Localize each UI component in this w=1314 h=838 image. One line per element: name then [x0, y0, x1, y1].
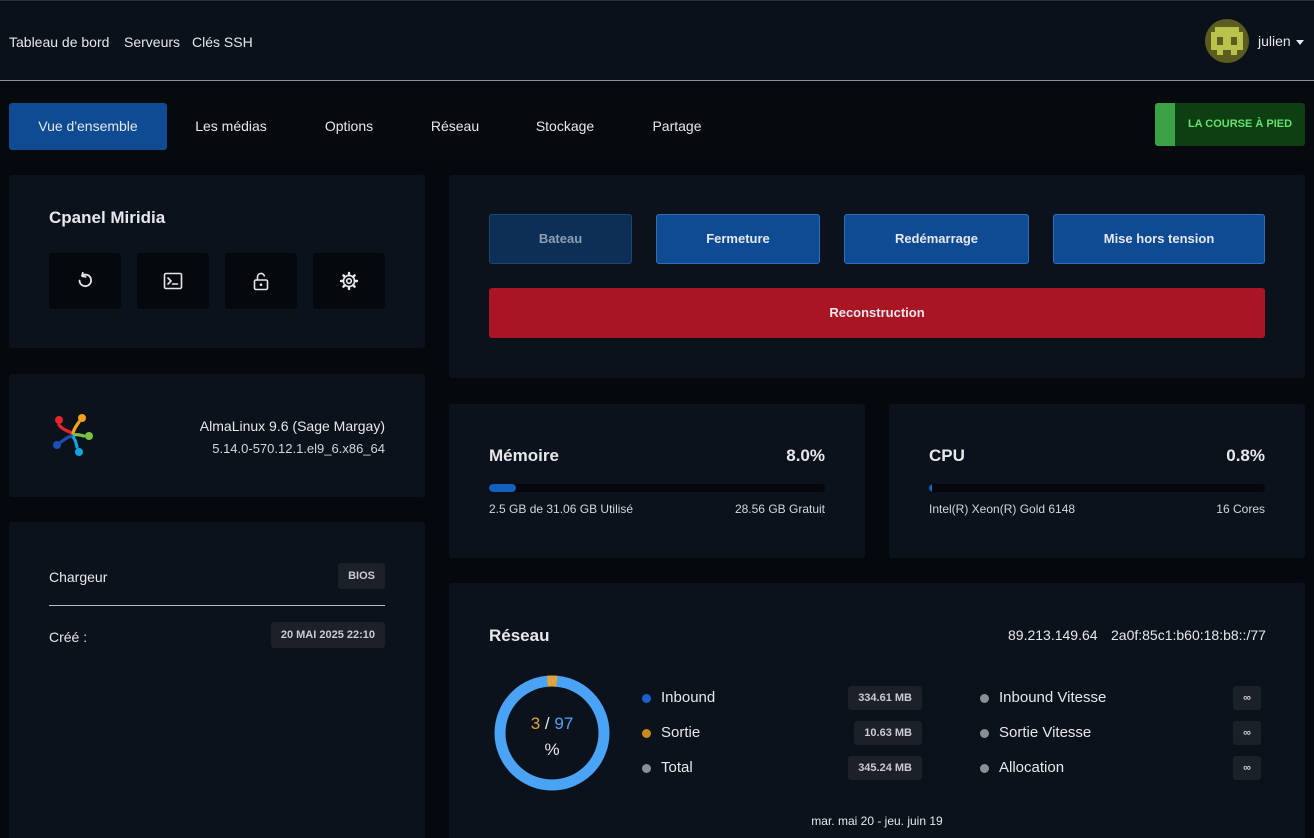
tab-overview[interactable]: Vue d'ensemble [9, 103, 167, 150]
tab-network[interactable]: Réseau [420, 103, 490, 150]
status-text: LA COURSE À PIED [1187, 118, 1293, 130]
console-button[interactable] [137, 253, 209, 309]
donut-separator: / [544, 714, 550, 733]
server-tabs: Vue d'ensemble Les médias Options Réseau… [0, 87, 1314, 165]
outbound-speed-dot [980, 729, 989, 738]
status-badge: LA COURSE À PIED [1155, 103, 1305, 146]
nav-ssh-keys-link[interactable]: Clés SSH [192, 34, 253, 50]
loader-badge: BIOS [338, 563, 385, 589]
nav-servers-link[interactable]: Serveurs [124, 34, 180, 50]
memory-progress-fill [489, 484, 516, 492]
memory-used: 2.5 GB de 31.06 GB Utilisé [489, 502, 634, 516]
lock-button[interactable] [225, 253, 297, 309]
network-card: Réseau 89.213.149.64 2a0f:85c1:b60:18:b8… [449, 583, 1305, 838]
boot-button[interactable]: Bateau [489, 214, 632, 264]
donut-unit: % [544, 740, 560, 759]
memory-percent: 8.0% [786, 446, 825, 465]
tab-sharing[interactable]: Partage [640, 103, 714, 150]
total-label: Total [661, 759, 693, 776]
outbound-speed-value: ∞ [1233, 721, 1261, 745]
inbound-speed-dot [980, 694, 989, 703]
inbound-value: 334.61 MB [848, 686, 922, 710]
terminal-icon [163, 272, 183, 290]
ipv4-address: 89.213.149.64 [1008, 627, 1098, 643]
memory-progress-bar [489, 484, 825, 492]
nav-dashboard-link[interactable]: Tableau de bord [9, 34, 109, 50]
date-range: mar. mai 20 - jeu. juin 19 [811, 814, 943, 828]
almalinux-logo-icon [53, 414, 93, 456]
cpu-title: CPU [929, 446, 965, 465]
user-menu-toggle[interactable]: julien [1258, 33, 1291, 49]
inbound-dot [642, 694, 651, 703]
chevron-down-icon[interactable] [1296, 40, 1304, 45]
server-name: Cpanel Miridia [49, 208, 166, 227]
status-indicator [1155, 103, 1175, 146]
tab-options[interactable]: Options [309, 103, 389, 150]
cpu-progress-fill [929, 484, 932, 492]
os-name: AlmaLinux 9.6 (Sage Margay) [199, 418, 385, 434]
outbound-dot [642, 729, 651, 738]
power-card: Bateau Fermeture Redémarrage Mise hors t… [449, 175, 1305, 378]
created-label: Créé : [49, 629, 88, 645]
power-off-button[interactable]: Mise hors tension [1053, 214, 1265, 264]
server-card: Cpanel Miridia [9, 175, 425, 348]
outbound-speed-label: Sortie Vitesse [999, 724, 1092, 741]
divider [49, 605, 385, 606]
memory-free: 28.56 GB Gratuit [734, 502, 825, 516]
rebuild-button[interactable]: Reconstruction [489, 288, 1265, 338]
donut-label: 3 / 97 % [489, 670, 615, 796]
restart-button[interactable] [49, 253, 121, 309]
inbound-label: Inbound [661, 689, 716, 706]
gear-icon [339, 271, 359, 291]
memory-title: Mémoire [489, 446, 559, 465]
inbound-speed-value: ∞ [1233, 686, 1261, 710]
allocation-dot [980, 764, 989, 773]
total-value: 345.24 MB [848, 756, 922, 780]
avatar[interactable] [1205, 19, 1249, 63]
cpu-card: CPU 0.8% Intel(R) Xeon(R) Gold 6148 16 C… [889, 404, 1305, 558]
allocation-value: ∞ [1233, 756, 1261, 780]
tab-storage[interactable]: Stockage [525, 103, 605, 150]
shutdown-button[interactable]: Fermeture [656, 214, 820, 264]
donut-in-value: 97 [554, 714, 574, 733]
network-title: Réseau [489, 626, 550, 645]
restart-server-button[interactable]: Redémarrage [844, 214, 1029, 264]
restart-icon [78, 271, 92, 288]
memory-card: Mémoire 8.0% 2.5 GB de 31.06 GB Utilisé … [449, 404, 865, 558]
inbound-speed-label: Inbound Vitesse [999, 689, 1107, 706]
total-dot [642, 764, 651, 773]
details-card: Chargeur BIOS Créé : 20 MAI 2025 22:10 [9, 522, 425, 838]
cpu-percent: 0.8% [1226, 446, 1265, 465]
allocation-label: Allocation [999, 759, 1065, 776]
outbound-value: 10.63 MB [854, 721, 922, 745]
created-badge: 20 MAI 2025 22:10 [270, 622, 385, 648]
cpu-cores: 16 Cores [1216, 502, 1265, 516]
settings-button[interactable] [313, 253, 385, 309]
os-card: AlmaLinux 9.6 (Sage Margay) 5.14.0-570.1… [9, 374, 425, 497]
lock-icon [253, 272, 269, 291]
loader-label: Chargeur [49, 569, 108, 585]
os-kernel: 5.14.0-570.12.1.el9_6.x86_64 [212, 441, 385, 456]
tab-media[interactable]: Les médias [181, 103, 281, 150]
cpu-progress-bar [929, 484, 1265, 492]
top-navbar: Tableau de bord Serveurs Clés SSH julien [0, 0, 1314, 81]
donut-out-value: 3 [530, 714, 541, 733]
ipv6-address: 2a0f:85c1:b60:18:b8::/77 [1111, 627, 1266, 643]
outbound-label: Sortie [661, 724, 701, 741]
cpu-model: Intel(R) Xeon(R) Gold 6148 [929, 502, 1076, 516]
